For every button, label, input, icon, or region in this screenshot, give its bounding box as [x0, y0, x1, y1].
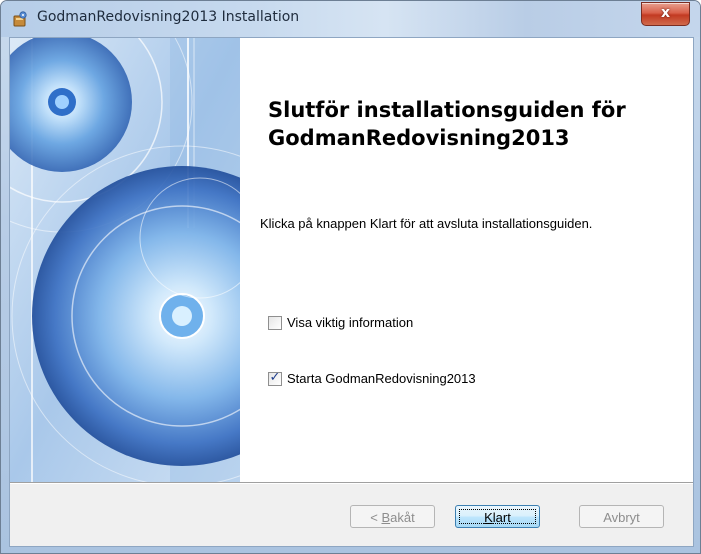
show-info-label[interactable]: Visa viktig information: [287, 315, 413, 330]
checkmark-icon: ✓: [269, 370, 281, 385]
close-button[interactable]: x: [641, 2, 690, 26]
installer-icon: [13, 11, 27, 27]
installer-window: GodmanRedovisning2013 Installation x Slu…: [0, 0, 701, 554]
wizard-banner-graphic: [10, 38, 240, 482]
show-info-checkbox[interactable]: [268, 316, 282, 330]
page-title: Slutför installationsguiden för GodmanRe…: [268, 98, 626, 150]
wizard-page: Slutför installationsguiden för GodmanRe…: [9, 37, 694, 547]
finish-button[interactable]: Klart: [455, 505, 540, 528]
back-button[interactable]: < Bakåt: [350, 505, 435, 528]
instruction-text: Klicka på knappen Klart för att avsluta …: [260, 216, 593, 231]
button-bar: < Bakåt Klart Avbryt: [10, 483, 693, 546]
title-bar[interactable]: GodmanRedovisning2013 Installation x: [1, 1, 700, 37]
window-title: GodmanRedovisning2013 Installation: [37, 9, 300, 25]
launch-app-label[interactable]: Starta GodmanRedovisning2013: [287, 371, 476, 386]
launch-app-checkbox[interactable]: ✓: [268, 370, 282, 386]
cancel-button[interactable]: Avbryt: [579, 505, 664, 528]
close-icon: x: [660, 5, 671, 21]
